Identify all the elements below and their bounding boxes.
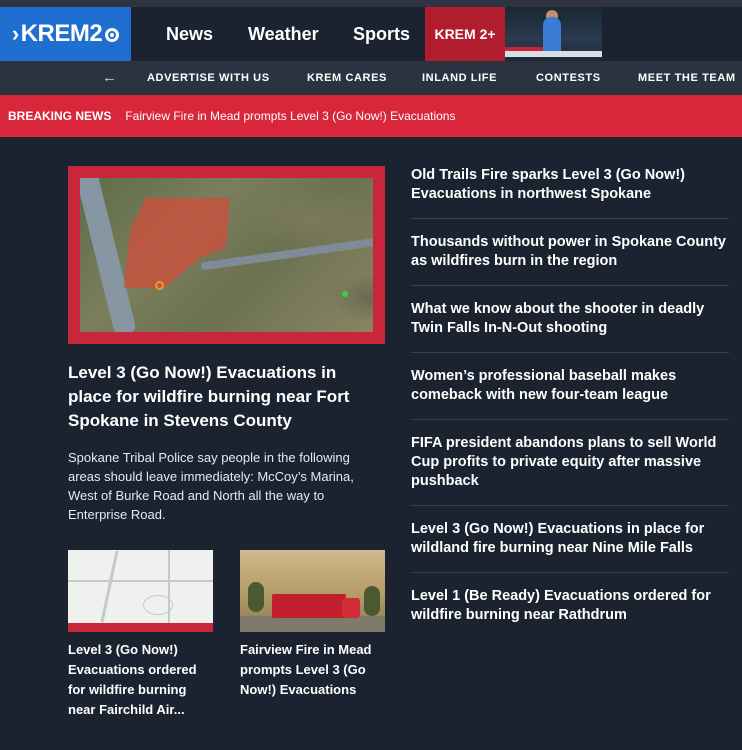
headline-item[interactable]: What we know about the shooter in deadly… (411, 300, 729, 353)
krem2-plus-label: KREM 2+ (434, 26, 496, 42)
breaking-news-label: BREAKING NEWS (8, 109, 112, 123)
card-headline-1[interactable]: Level 3 (Go Now!) Evacuations ordered fo… (68, 640, 208, 720)
live-video-thumbnail[interactable] (505, 7, 602, 61)
card-headline-2[interactable]: Fairview Fire in Mead prompts Level 3 (G… (240, 640, 380, 700)
subnav-contests[interactable]: CONTESTS (536, 72, 601, 84)
map-pin-icon (155, 281, 164, 290)
road-shape (240, 616, 385, 632)
tree-shape (364, 586, 380, 616)
card-image-map[interactable] (68, 550, 213, 632)
breaking-news-text[interactable]: Fairview Fire in Mead prompts Level 3 (G… (125, 109, 455, 123)
breaking-news-bar[interactable]: BREAKING NEWS Fairview Fire in Mead prom… (0, 95, 742, 137)
headline-item[interactable]: FIFA president abandons plans to sell Wo… (411, 434, 729, 506)
hero-description: Spokane Tribal Police say people in the … (68, 450, 354, 522)
nav-weather[interactable]: Weather (248, 7, 319, 61)
map-marker-icon (342, 291, 348, 297)
headline-item[interactable]: Old Trails Fire sparks Level 3 (Go Now!)… (411, 166, 729, 219)
card-image-stripe (68, 623, 213, 632)
map-lake (200, 237, 373, 271)
headline-item[interactable]: Thousands without power in Spokane Count… (411, 233, 729, 286)
krem2-plus-button[interactable]: KREM 2+ (425, 7, 505, 61)
subnav-inland-life[interactable]: INLAND LIFE (422, 72, 497, 84)
logo-eye-icon (105, 28, 120, 42)
headline-item[interactable]: Level 1 (Be Ready) Evacuations ordered f… (411, 587, 729, 639)
chevron-logo-icon: › (11, 21, 19, 46)
hero-headline[interactable]: Level 3 (Go Now!) Evacuations in place f… (68, 361, 368, 433)
tree-shape (248, 582, 264, 612)
map-road (100, 550, 119, 623)
krem2-logo[interactable]: › KREM2 (0, 7, 131, 61)
thumb-lower-third (505, 51, 602, 57)
headline-list: Old Trails Fire sparks Level 3 (Go Now!)… (411, 166, 729, 653)
firetruck-cab (342, 598, 360, 618)
back-arrow-icon[interactable]: ← (102, 69, 118, 86)
site-header: › KREM2 News Weather Sports KREM 2+ (0, 7, 742, 61)
map-contour (143, 595, 173, 615)
headline-item[interactable]: Women’s professional baseball makes come… (411, 367, 729, 420)
thumb-person-body (543, 17, 561, 53)
top-strip (0, 0, 742, 7)
subnav-advertise[interactable]: ADVERTISE WITH US (147, 72, 270, 84)
logo-text: KREM2 (20, 20, 103, 47)
hero-image[interactable] (68, 166, 385, 344)
fire-map-image (80, 178, 373, 332)
firetruck-shape (272, 594, 360, 618)
nav-news[interactable]: News (166, 7, 213, 61)
subnav-meet-the-team[interactable]: MEET THE TEAM (638, 72, 736, 84)
headline-item[interactable]: Level 3 (Go Now!) Evacuations in place f… (411, 520, 729, 573)
nav-sports[interactable]: Sports (353, 7, 410, 61)
subnav-krem-cares[interactable]: KREM CARES (307, 72, 387, 84)
map-road (68, 580, 213, 582)
map-fire-area (124, 198, 230, 288)
card-image-firetruck[interactable] (240, 550, 385, 632)
secondary-nav: ← ADVERTISE WITH US KREM CARES INLAND LI… (0, 61, 742, 95)
